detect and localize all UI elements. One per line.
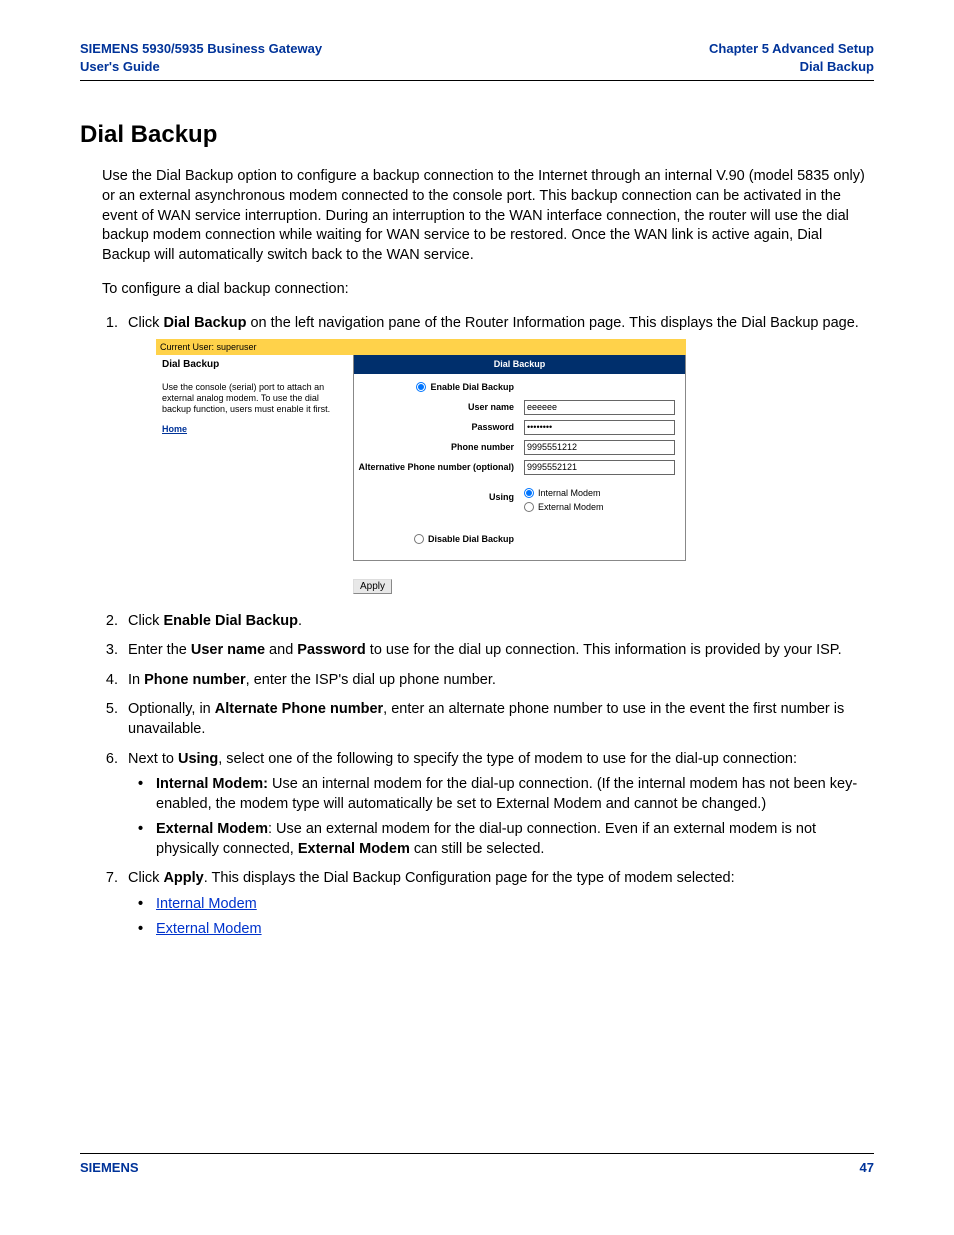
footer-brand: SIEMENS [80, 1160, 139, 1175]
phone-label: Phone number [354, 441, 524, 453]
external-modem-label: External Modem [538, 501, 604, 513]
disable-label: Disable Dial Backup [428, 533, 514, 545]
chapter-label: Chapter 5 Advanced Setup [709, 40, 874, 58]
lead-paragraph: To configure a dial backup connection: [102, 280, 874, 300]
enable-radio[interactable] [416, 382, 426, 392]
section-label: Dial Backup [709, 58, 874, 76]
using-label: Using [354, 485, 524, 503]
doc-title-l1: SIEMENS 5930/5935 Business Gateway [80, 40, 322, 58]
embedded-screenshot: Current User: superuser Dial Backup Use … [156, 339, 686, 595]
internal-modem-label: Internal Modem [538, 487, 601, 499]
shot-panel: Dial Backup Enable Dial Backup [353, 355, 686, 561]
step-6-bullet-2: External Modem: Use an external modem fo… [156, 820, 874, 859]
password-label: Password [354, 421, 524, 433]
username-label: User name [354, 401, 524, 413]
steps-list: Click Dial Backup on the left navigation… [102, 314, 874, 940]
external-modem-link[interactable]: External Modem [156, 921, 262, 937]
alt-phone-label: Alternative Phone number (optional) [354, 461, 524, 473]
step-4: In Phone number, enter the ISP's dial up… [122, 671, 874, 691]
header-right: Chapter 5 Advanced Setup Dial Backup [709, 40, 874, 76]
step-7-link-2: External Modem [156, 920, 874, 940]
home-link[interactable]: Home [162, 424, 187, 435]
step-6-bullet-1: Internal Modem: Use an internal modem fo… [156, 775, 874, 814]
panel-title-bar: Dial Backup [354, 355, 685, 373]
sidebar-description: Use the console (serial) port to attach … [162, 382, 347, 416]
phone-input[interactable] [524, 440, 675, 455]
internal-modem-link[interactable]: Internal Modem [156, 896, 257, 912]
step-7-link-1: Internal Modem [156, 895, 874, 915]
header-left: SIEMENS 5930/5935 Business Gateway User'… [80, 40, 322, 76]
page-footer: SIEMENS 47 [80, 1153, 874, 1175]
current-user-bar: Current User: superuser [156, 339, 686, 355]
enable-label: Enable Dial Backup [430, 381, 514, 393]
internal-modem-radio[interactable] [524, 488, 534, 498]
alt-phone-input[interactable] [524, 460, 675, 475]
step-2: Click Enable Dial Backup. [122, 612, 874, 632]
external-modem-radio[interactable] [524, 502, 534, 512]
step-6: Next to Using, select one of the followi… [122, 750, 874, 860]
step-7: Click Apply. This displays the Dial Back… [122, 869, 874, 940]
page-title: Dial Backup [80, 121, 874, 149]
apply-button[interactable]: Apply [353, 579, 392, 594]
disable-radio[interactable] [414, 534, 424, 544]
step-3: Enter the User name and Password to use … [122, 641, 874, 661]
sidebar-title: Dial Backup [162, 359, 347, 372]
step-5: Optionally, in Alternate Phone number, e… [122, 700, 874, 739]
shot-sidebar: Dial Backup Use the console (serial) por… [156, 355, 353, 595]
step-1: Click Dial Backup on the left navigation… [122, 314, 874, 596]
intro-paragraph: Use the Dial Backup option to configure … [102, 167, 874, 265]
page-header: SIEMENS 5930/5935 Business Gateway User'… [80, 40, 874, 81]
password-input[interactable] [524, 420, 675, 435]
footer-page: 47 [860, 1160, 874, 1175]
doc-title-l2: User's Guide [80, 58, 322, 76]
username-input[interactable] [524, 400, 675, 415]
